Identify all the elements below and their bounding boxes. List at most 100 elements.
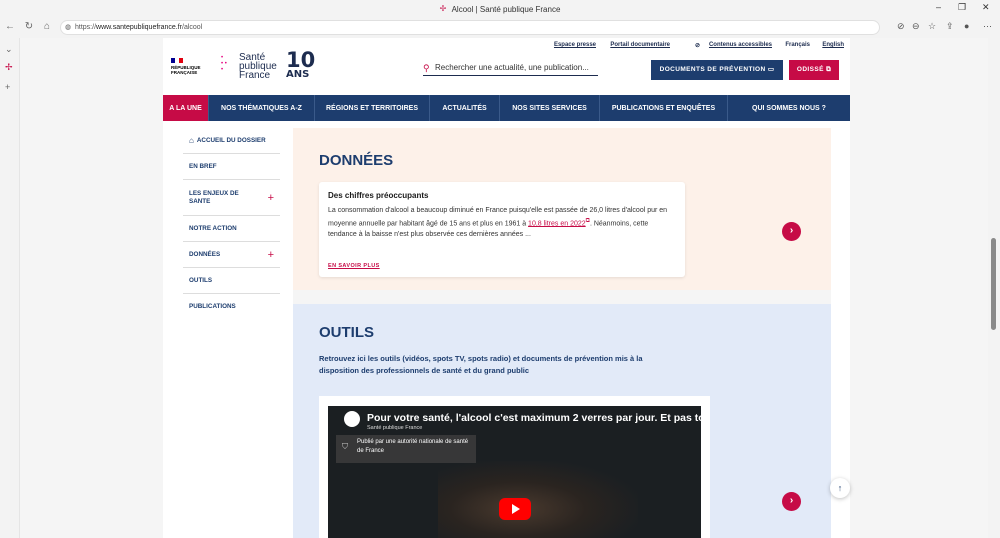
search-icon: ⚲	[423, 63, 430, 73]
collections-icon[interactable]: ⇪	[946, 21, 954, 32]
lock-icon: ◍	[65, 24, 72, 31]
sidebar-item-outils[interactable]: OUTILS	[183, 268, 280, 294]
odisse-label: ODISSÉ	[796, 66, 824, 73]
back-icon[interactable]: ←	[4, 21, 16, 32]
lang-en[interactable]: English	[822, 42, 844, 48]
link-contenus-accessibles[interactable]: ⊘ Contenus accessibles	[694, 42, 772, 49]
minimize-icon[interactable]: –	[936, 2, 941, 12]
home-icon[interactable]: ⌂	[41, 21, 53, 32]
search-placeholder: Rechercher une actualité, une publicatio…	[435, 63, 589, 72]
sidebar-item-publications[interactable]: PUBLICATIONS	[183, 294, 280, 320]
url-prefix: https://	[75, 24, 97, 31]
video-card: Pour votre santé, l'alcool c'est maximum…	[319, 396, 710, 538]
main-navigation: A LA UNE NOS THÉMATIQUES A-Z RÉGIONS ET …	[163, 95, 850, 121]
en-savoir-plus-link[interactable]: EN SAVOIR PLUS	[328, 263, 380, 269]
window-titlebar: ✢ Alcool | Santé publique France – ❐ ✕	[0, 0, 1000, 18]
link-portail-documentaire[interactable]: Portail documentaire	[610, 42, 670, 48]
nav-sites-services[interactable]: NOS SITES SERVICES	[500, 95, 600, 121]
tab-title: Alcool | Santé publique France	[451, 4, 561, 14]
url-bar[interactable]: ◍ https://www.santepubliquefrance.fr/alc…	[60, 20, 880, 35]
spf-logo[interactable]: Santé publique France	[239, 53, 277, 81]
nav-actualites[interactable]: ACTUALITÉS	[430, 95, 500, 121]
sidebar-item-label: LES ENJEUX DE SANTE	[189, 189, 239, 205]
new-tab-icon[interactable]: +	[5, 82, 10, 92]
donnees-card[interactable]: Des chiffres préoccupants La consommatio…	[319, 182, 685, 277]
dossier-sidebar: ⌂ ACCUEIL DU DOSSIER EN BREF LES ENJEUX D…	[183, 128, 280, 320]
address-toolbar: ← ↻ ⌂ ◍ https://www.santepubliquefrance.…	[0, 18, 1000, 38]
sidebar-item-accueil-label: ACCUEIL DU DOSSIER	[196, 136, 266, 144]
channel-avatar[interactable]	[344, 411, 360, 427]
rf-line2: FRANÇAISE	[171, 70, 198, 75]
outils-section: OUTILS Retrouvez ici les outils (vidéos,…	[293, 304, 831, 538]
expand-plus-icon[interactable]: +	[268, 192, 274, 203]
scrollbar-thumb[interactable]	[991, 238, 996, 330]
video-channel: Santé publique France	[367, 425, 423, 431]
sidebar-item-label: PUBLICATIONS	[189, 303, 236, 310]
donnees-section: DONNÉES Des chiffres préoccupants La con…	[293, 128, 831, 290]
sidebar-item-label: OUTILS	[189, 276, 213, 284]
republique-francaise-logo[interactable]: RÉPUBLIQUE FRANÇAISE	[171, 58, 207, 75]
sidebar-item-enjeux[interactable]: LES ENJEUX DE SANTE +	[183, 180, 280, 216]
nav-qui-sommes-nous[interactable]: QUI SOMMES NOUS ?	[728, 95, 850, 121]
restore-icon[interactable]: ❐	[958, 2, 966, 13]
next-arrow-button[interactable]: ›	[782, 222, 801, 241]
sidebar-item-en-bref[interactable]: EN BREF	[183, 154, 280, 180]
documents-prevention-button[interactable]: DOCUMENTS DE PRÉVENTION ▭	[651, 60, 783, 80]
dossier-content: DONNÉES Des chiffres préoccupants La con…	[293, 128, 831, 538]
chevron-down-icon[interactable]: ⌄	[5, 44, 13, 55]
more-menu-icon[interactable]: ⋯	[983, 21, 992, 32]
tricolor-flag-icon	[171, 58, 183, 63]
outils-lead: Retrouvez ici les outils (vidéos, spots …	[319, 354, 643, 375]
tab-favicon-icon[interactable]: ✢	[5, 62, 13, 73]
eye-slash-icon: ⊘	[694, 43, 700, 49]
sidebar-item-accueil[interactable]: ⌂ ACCUEIL DU DOSSIER	[183, 128, 280, 154]
site-container: Espace presse Portail documentaire ⊘ Cont…	[163, 38, 850, 538]
authority-notice: ⛉ Publié par une autorité nationale de sa…	[336, 435, 476, 463]
odisse-button[interactable]: ODISSÉ ⧉	[789, 60, 839, 80]
url-host: www.santepubliquefrance.fr	[96, 24, 183, 31]
page-viewport: Espace presse Portail documentaire ⊘ Cont…	[20, 38, 988, 538]
nav-thematiques[interactable]: NOS THÉMATIQUES A-Z	[209, 95, 315, 121]
spf-dots-icon: • • • •	[221, 55, 227, 73]
donnees-title: DONNÉES	[319, 152, 394, 169]
favorite-star-icon[interactable]: ☆	[928, 21, 936, 32]
site-header: Espace presse Portail documentaire ⊘ Cont…	[163, 38, 850, 95]
sidebar-item-label: EN BREF	[189, 162, 217, 170]
nav-a-la-une[interactable]: A LA UNE	[163, 95, 209, 121]
reader-icon[interactable]: ⊘	[897, 21, 905, 32]
external-doc-icon: ▭	[767, 66, 775, 73]
shield-icon: ⛉	[342, 442, 348, 451]
profile-avatar-icon[interactable]: ●	[964, 21, 969, 31]
documents-prevention-label: DOCUMENTS DE PRÉVENTION	[659, 66, 766, 73]
external-link-icon: ⧉	[826, 66, 832, 73]
search-input[interactable]: ⚲ Rechercher une actualité, une publicat…	[423, 62, 598, 76]
expand-plus-icon[interactable]: +	[268, 249, 274, 260]
link-contenus-accessibles-label: Contenus accessibles	[708, 42, 772, 48]
donnees-card-title: Des chiffres préoccupants	[328, 191, 429, 200]
spf-logo-line3: France	[239, 70, 271, 81]
play-button-icon[interactable]	[499, 498, 531, 520]
video-thumbnail	[438, 461, 638, 538]
sidebar-item-donnees[interactable]: DONNÉES +	[183, 242, 280, 268]
back-to-top-button[interactable]: ↑	[830, 478, 850, 498]
site-favicon-icon: ✢	[439, 4, 447, 13]
video-title[interactable]: Pour votre santé, l'alcool c'est maximum…	[367, 412, 701, 424]
next-arrow-button[interactable]: ›	[782, 492, 801, 511]
nav-regions[interactable]: RÉGIONS ET TERRITOIRES	[315, 95, 430, 121]
home-icon: ⌂	[189, 135, 194, 145]
video-player[interactable]: Pour votre santé, l'alcool c'est maximum…	[328, 406, 701, 538]
nav-publications[interactable]: PUBLICATIONS ET ENQUÊTES	[600, 95, 728, 121]
url-path: /alcool	[182, 24, 203, 31]
donnees-card-text: La consommation d'alcool a beaucoup dimi…	[328, 205, 676, 240]
close-icon[interactable]: ✕	[982, 2, 990, 13]
sidebar-item-label: DONNÉES	[189, 250, 221, 258]
link-espace-presse[interactable]: Espace presse	[554, 42, 596, 48]
browser-sidebar: ⌄ ✢ +	[0, 38, 20, 538]
zoom-icon[interactable]: ⊖	[912, 21, 920, 32]
donnees-card-link[interactable]: 10,8 litres en 2022	[528, 220, 586, 227]
sidebar-item-notre-action[interactable]: NOTRE ACTION	[183, 216, 280, 242]
reload-icon[interactable]: ↻	[23, 21, 35, 32]
outils-title: OUTILS	[319, 324, 374, 341]
sidebar-item-label: NOTRE ACTION	[189, 224, 237, 232]
lang-fr[interactable]: Français	[785, 42, 810, 48]
